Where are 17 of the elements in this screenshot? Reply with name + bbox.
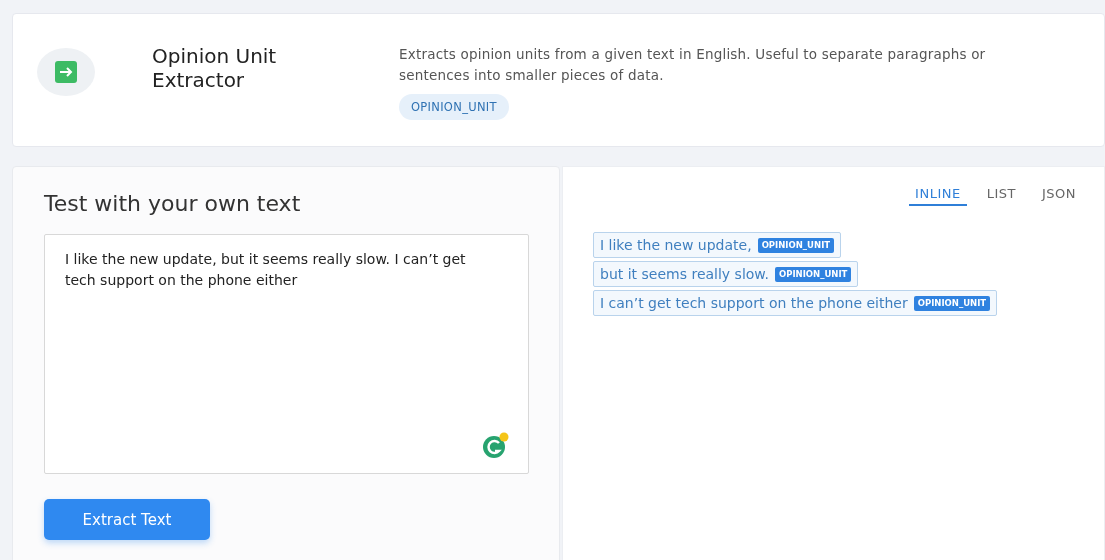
opinion-unit-text: but it seems really slow. — [600, 265, 769, 284]
opinion-unit-tag: OPINION_UNIT — [757, 237, 835, 253]
logo-icon — [37, 48, 95, 96]
opinion-unit-text: I like the new update, — [600, 236, 752, 255]
tag-label: OPINION_UNIT — [399, 94, 509, 120]
extractor-title: Opinion Unit Extractor — [152, 44, 278, 92]
extract-text-button[interactable]: Extract Text — [44, 499, 210, 540]
panel-heading: Test with your own text — [44, 190, 302, 218]
view-tab[interactable]: LIST — [980, 185, 1022, 206]
extractor-description: Extracts opinion units from a given text in English. Useful to separate paragraphs or sentences into smaller pieces of data. — [399, 45, 987, 85]
opinion-unit-text: I can’t get tech support on the phone either — [600, 294, 908, 313]
grammar-check-icon[interactable] — [482, 432, 510, 460]
opinion-unit-tag: OPINION_UNIT — [774, 266, 852, 282]
view-tab[interactable]: INLINE — [909, 185, 967, 206]
opinion-unit-tag: OPINION_UNIT — [913, 295, 991, 311]
view-tab[interactable]: JSON — [1035, 185, 1082, 206]
text-input-field[interactable]: I like the new update, but it seems really slow. I can’t get tech support on the phone either — [44, 234, 529, 474]
